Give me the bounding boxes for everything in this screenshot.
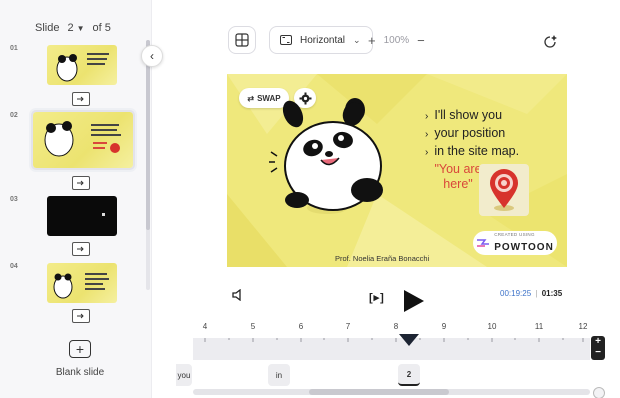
slide-number: 02 xyxy=(10,112,18,119)
transition-button-1[interactable] xyxy=(72,92,90,106)
bullet-item: I'll show you xyxy=(425,107,519,125)
plus-icon: + xyxy=(69,340,91,358)
current-time: 00:19:25 xyxy=(500,289,532,298)
timeline-zoom-out[interactable]: − xyxy=(591,347,605,358)
tick-label: 7 xyxy=(345,322,351,331)
badge-small-text: CREATED USING xyxy=(494,231,535,237)
slide-total: of 5 xyxy=(92,22,111,34)
timeline-chip-active[interactable]: 2 xyxy=(398,364,420,386)
zoom-level: 100% xyxy=(383,35,410,46)
tick-label: 8 xyxy=(393,322,399,331)
playhead-marker[interactable] xyxy=(398,333,420,352)
blank-thumb-icon xyxy=(102,213,105,216)
playhead-triangle-icon xyxy=(399,334,419,346)
timeline-track[interactable] xyxy=(193,338,590,360)
zoom-in-button[interactable]: + xyxy=(368,33,376,48)
timeline-scroll-end-button[interactable] xyxy=(593,387,605,398)
aspect-ratio-icon xyxy=(280,35,292,45)
slide-thumbnail-1[interactable] xyxy=(47,45,117,85)
magic-button[interactable] xyxy=(536,28,566,56)
blank-slide-label: Blank slide xyxy=(55,367,105,378)
you-are-line: here" xyxy=(443,177,473,191)
timeline-zoom-in[interactable]: + xyxy=(591,336,605,347)
current-slide-number: 2 xyxy=(67,22,74,34)
sparkle-refresh-icon xyxy=(544,35,557,48)
play-icon xyxy=(404,290,424,312)
you-are-line: "You are xyxy=(434,162,482,176)
slide-bullet-list: I'll show you your position in the site … xyxy=(425,107,519,161)
timeline-ticks xyxy=(204,338,584,342)
slide-thumbnail-3[interactable] xyxy=(47,196,117,236)
panda-character[interactable] xyxy=(267,96,397,226)
transition-button-3[interactable] xyxy=(72,242,90,256)
tick-label: 12 xyxy=(578,322,588,331)
chevron-down-icon: ⌄ xyxy=(353,34,361,45)
panda-thumb-icon xyxy=(44,121,121,157)
tick-label: 9 xyxy=(441,322,447,331)
orientation-value: Horizontal xyxy=(300,34,346,46)
grid-view-button[interactable] xyxy=(228,26,256,54)
grid-icon xyxy=(235,33,249,47)
speaker-icon xyxy=(232,288,241,302)
slide-number: 04 xyxy=(10,263,18,270)
caret-down-icon: ▼ xyxy=(76,23,85,33)
play-button[interactable] xyxy=(403,289,425,318)
collapse-sidebar-button[interactable]: ‹ xyxy=(141,45,163,67)
powtoon-editor: Slide 2 ▼ of 5 01 02 03 04 + Blank slide… xyxy=(0,0,620,398)
slide-number: 03 xyxy=(10,196,18,203)
sidebar-scrollbar[interactable] xyxy=(146,40,150,290)
slide-label: Slide xyxy=(35,22,60,34)
powtoon-badge: CREATED USING POWTOON xyxy=(473,231,557,255)
slide-number: 01 xyxy=(10,45,18,52)
slide-thumbnail-4[interactable] xyxy=(47,263,117,303)
bullet-item: your position xyxy=(425,125,519,143)
time-separator: | xyxy=(535,289,538,298)
panda-thumb-icon xyxy=(56,53,109,82)
timeline-zoom-control[interactable]: + − xyxy=(591,336,605,360)
slide-thumbnail-2[interactable] xyxy=(31,110,135,170)
location-pin-graphic[interactable] xyxy=(479,164,529,216)
slide-selector: Slide 2 ▼ of 5 xyxy=(35,22,111,34)
blank-slide-button[interactable]: + Blank slide xyxy=(52,340,108,378)
tick-label: 10 xyxy=(487,322,497,331)
you-are-here-text: "You are here" xyxy=(431,162,485,192)
slide-canvas[interactable]: ⇄ SWAP › I'll show you › your position ›… xyxy=(227,74,567,267)
bullet-item: in the site map. xyxy=(425,143,519,161)
sidebar-scrollbar-thumb[interactable] xyxy=(146,40,150,230)
orientation-dropdown[interactable]: Horizontal ⌄ xyxy=(269,26,373,54)
transition-button-4[interactable] xyxy=(72,309,90,323)
slides-sidebar: Slide 2 ▼ of 5 01 02 03 04 + Blank slide xyxy=(0,0,152,398)
tick-label: 5 xyxy=(250,322,256,331)
timeline-scroll-thumb[interactable] xyxy=(309,389,449,395)
transition-icon xyxy=(77,96,84,102)
badge-brand-text: POWTOON xyxy=(494,241,554,253)
panda-thumb-icon xyxy=(53,273,109,299)
transition-icon xyxy=(77,180,84,186)
timeline-chip[interactable]: you xyxy=(176,364,192,386)
current-slide-dropdown[interactable]: 2 ▼ xyxy=(65,22,86,34)
volume-button[interactable] xyxy=(232,288,244,306)
transition-icon xyxy=(77,246,84,252)
zoom-control: + 100% − xyxy=(368,33,425,48)
map-pin-icon xyxy=(490,169,518,211)
timeline-chip[interactable]: in xyxy=(268,364,290,386)
total-time: 01:35 xyxy=(541,289,563,298)
time-display: 00:19:25 | 01:35 xyxy=(500,289,562,298)
swap-icon: ⇄ xyxy=(247,93,255,103)
credit-text: Prof. Noelia Eraña Bonacchi xyxy=(335,254,430,263)
transition-icon xyxy=(77,313,84,319)
timeline-horizontal-scrollbar[interactable] xyxy=(193,389,590,395)
play-step-button[interactable]: [▸] xyxy=(369,291,385,304)
tick-label: 4 xyxy=(202,322,208,331)
tick-label: 11 xyxy=(534,322,544,331)
chevron-left-icon: ‹ xyxy=(150,49,154,63)
zoom-out-button[interactable]: − xyxy=(417,33,425,48)
transition-button-2[interactable] xyxy=(72,176,90,190)
powtoon-logo-icon xyxy=(477,239,490,247)
tick-label: 6 xyxy=(298,322,304,331)
